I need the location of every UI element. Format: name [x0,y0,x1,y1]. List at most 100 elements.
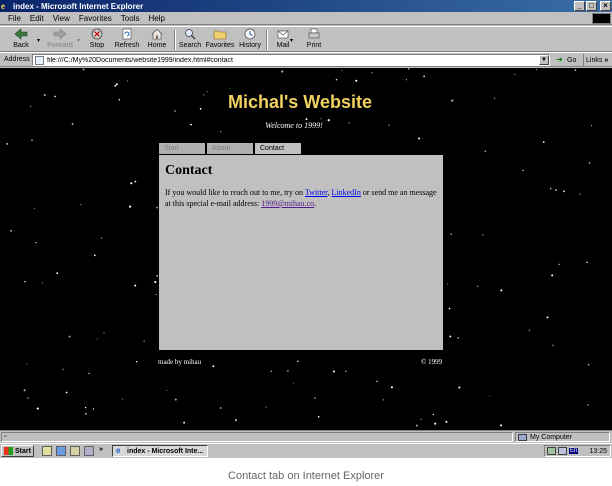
star [41,282,43,284]
close-button[interactable]: × [600,1,611,11]
star [536,68,538,70]
twitter-link[interactable]: Twitter [305,188,328,197]
screenshot-caption: Contact tab on Internet Explorer [228,470,384,482]
history-button[interactable]: History [238,28,262,52]
back-button[interactable]: Back [8,28,34,52]
search-button[interactable]: Search [178,28,202,52]
print-button[interactable]: Print [302,28,326,52]
star [220,131,222,133]
minimize-button[interactable]: _ [574,1,585,11]
window-title-bar[interactable]: e index - Microsoft Internet Explorer _ … [0,0,612,12]
home-icon [151,29,163,40]
star [80,204,82,205]
star [130,182,133,185]
star [514,74,516,75]
star [445,420,448,423]
stop-icon [91,28,103,40]
star [6,142,9,145]
star [31,139,33,141]
star [234,419,237,422]
channels-icon[interactable] [84,446,94,456]
star [26,363,28,365]
home-button[interactable]: Home [145,28,169,52]
favorites-folder-icon [213,30,227,40]
star [332,370,335,373]
star [92,408,95,410]
star [96,338,98,340]
links-button[interactable]: Links » [583,54,611,66]
star [212,365,215,368]
star [65,391,68,394]
taskbar-ie-window[interactable]: e index - Microsoft Inte... [112,445,208,457]
language-indicator[interactable]: En [569,448,579,454]
menu-favorites[interactable]: Favorites [79,14,112,23]
star [555,189,558,191]
star [415,424,418,427]
search-label: Search [178,42,202,49]
back-dropdown-icon[interactable]: ▾ [37,37,40,44]
toolbar-separator [266,30,268,50]
star [355,79,358,82]
page-status-icon: ▫ [4,433,7,440]
page-viewport[interactable]: Michal's Website Welcome to 1999! Start … [0,68,612,430]
menu-view[interactable]: View [53,14,70,23]
standard-toolbar: Back ▾ Forward ▾ Stop Refresh Home Searc… [0,26,612,52]
star [371,72,373,74]
star [36,407,39,410]
forward-button[interactable]: Forward [46,28,74,52]
star [528,329,530,331]
volume-tray-icon[interactable] [558,447,567,455]
star [551,274,554,277]
show-desktop-icon[interactable] [42,446,52,456]
star [34,208,36,209]
menu-file[interactable]: File [8,14,21,23]
star [320,118,322,120]
refresh-button[interactable]: Refresh [113,28,141,52]
address-url[interactable]: file:///C:/My%20Documents/website1999/in… [47,57,539,64]
address-input[interactable]: file:///C:/My%20Documents/website1999/in… [32,54,550,66]
address-bar: Address file:///C:/My%20Documents/websit… [0,52,612,67]
outlook-express-icon[interactable] [70,446,80,456]
star [458,386,461,389]
email-link[interactable]: 1999@mihau.co [261,199,314,208]
linkedin-link[interactable]: LinkedIn [332,188,361,197]
back-label: Back [13,42,29,49]
star [314,397,316,399]
star [432,413,434,416]
forward-dropdown-icon[interactable]: ▾ [77,37,80,44]
star [542,141,545,143]
menu-help[interactable]: Help [148,14,164,23]
menu-bar: File Edit View Favorites Tools Help [0,12,612,25]
star [408,68,410,70]
toolbar-separator [174,30,176,50]
quicklaunch-chevron-icon[interactable]: » [99,446,103,453]
back-arrow-icon [14,28,28,40]
maximize-button[interactable]: □ [586,1,597,11]
menu-tools[interactable]: Tools [121,14,140,23]
star [590,125,593,127]
security-zone: My Computer [515,432,610,442]
star [220,407,222,409]
print-label: Print [306,42,322,49]
star [563,190,565,193]
clock: 13:25 [589,447,607,455]
star [88,372,90,375]
ie-logo-icon: e [1,1,5,11]
stop-button[interactable]: Stop [86,28,108,52]
address-dropdown-icon[interactable]: ▼ [539,55,549,65]
taskbar: Start » e index - Microsoft Inte... En 1… [0,443,612,458]
star [135,360,138,363]
mail-dropdown-icon[interactable]: ▾ [290,37,293,44]
star [287,370,289,372]
go-button[interactable]: ➔ Go [556,54,582,66]
status-text-area: ▫ [1,432,513,442]
network-tray-icon[interactable] [547,447,556,455]
home-label: Home [147,42,167,49]
start-button[interactable]: Start [1,445,34,457]
star [558,263,560,266]
task-label: index - Microsoft Inte... [127,447,204,455]
ie-quicklaunch-icon[interactable] [56,446,66,456]
menu-edit[interactable]: Edit [30,14,44,23]
favorites-button[interactable]: Favorites [205,28,235,52]
forward-label: Forward [47,42,73,49]
